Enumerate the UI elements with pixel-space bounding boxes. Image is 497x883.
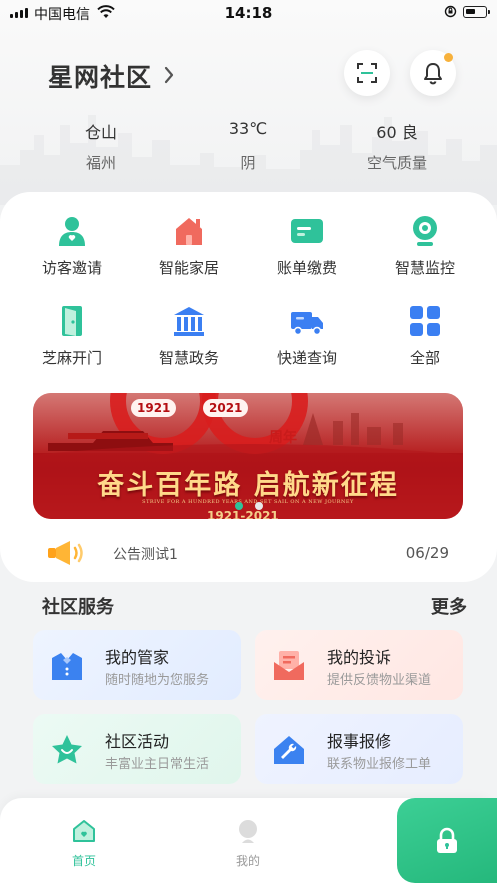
tab-mine[interactable]: 我的 bbox=[208, 818, 288, 869]
grid-label: 智能家居 bbox=[158, 259, 219, 277]
activity-icon bbox=[52, 735, 82, 764]
grid-bill-payment[interactable]: 账单缴费 bbox=[252, 213, 362, 278]
door-icon bbox=[62, 306, 82, 336]
service-subtitle: 丰富业主日常生活 bbox=[105, 757, 210, 772]
service-title: 报事报修 bbox=[327, 732, 392, 751]
scan-button[interactable] bbox=[344, 50, 390, 96]
grid-label: 访客邀请 bbox=[41, 259, 102, 277]
chevron-right-icon[interactable] bbox=[163, 66, 175, 84]
grid-open-door[interactable]: 芝麻开门 bbox=[17, 303, 127, 368]
clock: 14:18 bbox=[224, 4, 273, 22]
community-name[interactable]: 星网社区 bbox=[48, 58, 152, 94]
grid-all[interactable]: 全部 bbox=[370, 303, 480, 368]
scan-icon bbox=[357, 63, 377, 83]
grid-label: 全部 bbox=[409, 349, 440, 367]
grid-label: 智慧政务 bbox=[158, 349, 219, 367]
unlock-door-button[interactable] bbox=[397, 798, 497, 883]
complaint-icon bbox=[274, 651, 304, 680]
announcement-row[interactable]: 公告测试1 06/29 bbox=[40, 535, 460, 571]
megaphone-icon bbox=[48, 541, 83, 565]
tab-home-label: 首页 bbox=[71, 854, 96, 868]
air-quality-value: 60 良 bbox=[376, 123, 418, 142]
banner-slogan: 奋斗百年路 启航新征程 bbox=[97, 470, 399, 501]
weather-temperature: 33℃ bbox=[228, 119, 268, 138]
home-icon bbox=[176, 218, 202, 245]
service-activity[interactable]: 社区活动 丰富业主日常生活 bbox=[33, 714, 241, 784]
banner-years-bottom: 1921-2021 bbox=[207, 509, 279, 519]
grid-express-query[interactable]: 快递查询 bbox=[252, 303, 362, 368]
grid-label: 芝麻开门 bbox=[41, 349, 102, 367]
banner-subtitle: STRIVE FOR A HUNDRED YEARS AND SET SAIL … bbox=[142, 499, 354, 505]
grid-smart-monitoring[interactable]: 智慧监控 bbox=[370, 213, 480, 278]
visitor-icon bbox=[59, 217, 85, 246]
repair-icon bbox=[274, 736, 304, 764]
camera-icon bbox=[413, 216, 437, 246]
announcement-date: 06/29 bbox=[405, 544, 449, 562]
status-bar: 中国电信 14:18 bbox=[0, 0, 497, 28]
government-icon bbox=[174, 307, 204, 336]
banner-year-end: 2021 bbox=[203, 399, 249, 417]
announcement-text: 公告测试1 bbox=[113, 547, 178, 563]
service-title: 我的投诉 bbox=[327, 648, 392, 667]
grid-smart-government[interactable]: 智慧政务 bbox=[134, 303, 244, 368]
butler-icon bbox=[52, 653, 82, 680]
promo-banner[interactable]: 1921 2021 周年 奋斗百年路 启航新征程 STRIVE FOR A HU… bbox=[33, 393, 463, 519]
services-section-title: 社区服务 bbox=[42, 597, 114, 618]
home-tab-icon bbox=[73, 820, 95, 842]
service-repair[interactable]: 报事报修 联系物业报修工单 bbox=[255, 714, 463, 784]
notification-badge bbox=[444, 53, 453, 62]
weather-district: 仓山 bbox=[84, 123, 117, 142]
carousel-dot[interactable] bbox=[255, 502, 263, 510]
bell-icon bbox=[424, 63, 442, 85]
weather-city: 福州 bbox=[85, 154, 116, 172]
battery-icon bbox=[463, 5, 490, 18]
carousel-dot-active[interactable] bbox=[235, 502, 243, 510]
grid-visitor-invite[interactable]: 访客邀请 bbox=[17, 213, 127, 278]
air-quality-label: 空气质量 bbox=[366, 154, 427, 172]
banner-anniversary: 周年 bbox=[269, 430, 297, 446]
services-more-link[interactable]: 更多 bbox=[431, 593, 467, 619]
weather-condition: 阴 bbox=[240, 154, 256, 172]
orientation-lock-icon bbox=[444, 5, 457, 18]
profile-tab-icon bbox=[239, 820, 257, 843]
lock-icon bbox=[437, 827, 457, 853]
city-skyline-decoration bbox=[0, 115, 497, 205]
grid-smart-home[interactable]: 智能家居 bbox=[134, 213, 244, 278]
all-apps-icon bbox=[410, 306, 440, 336]
banner-year-start: 1921 bbox=[131, 399, 177, 417]
service-subtitle: 联系物业报修工单 bbox=[327, 757, 432, 772]
grid-label: 快递查询 bbox=[276, 349, 337, 367]
service-butler[interactable]: 我的管家 随时随地为您服务 bbox=[33, 630, 241, 700]
delivery-icon bbox=[291, 312, 323, 336]
tab-mine-label: 我的 bbox=[235, 854, 260, 868]
service-title: 我的管家 bbox=[105, 648, 170, 667]
service-complaint[interactable]: 我的投诉 提供反馈物业渠道 bbox=[255, 630, 463, 700]
tab-home[interactable]: 首页 bbox=[44, 818, 124, 869]
service-title: 社区活动 bbox=[105, 732, 170, 751]
service-subtitle: 随时随地为您服务 bbox=[105, 673, 210, 688]
notification-button[interactable] bbox=[410, 50, 456, 96]
grid-label: 账单缴费 bbox=[276, 259, 337, 277]
bill-icon bbox=[291, 219, 323, 243]
grid-label: 智慧监控 bbox=[394, 259, 455, 277]
service-subtitle: 提供反馈物业渠道 bbox=[327, 673, 432, 688]
